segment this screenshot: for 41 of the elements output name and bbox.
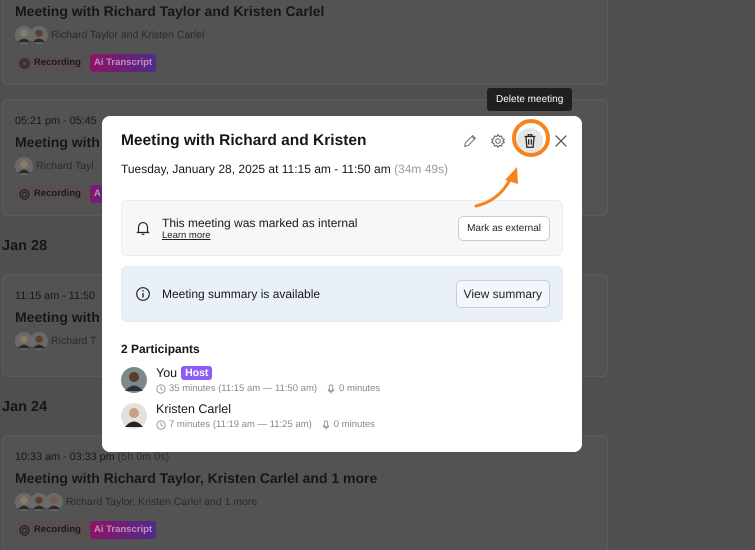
mark-external-button[interactable]: Mark as external — [458, 216, 550, 240]
microphone-icon — [320, 420, 331, 430]
tag: Ai Transcript — [90, 521, 156, 539]
participant-name: Kristen Carlel — [156, 402, 232, 416]
attendance-time: 35 minutes (11:15 am — 11:50 am) — [169, 383, 318, 394]
date-heading: Jan 24 — [2, 398, 48, 417]
meeting-title: Meeting with Richard Taylor and Kristen Carlel — [15, 2, 324, 21]
tag: Recording — [15, 54, 85, 72]
settings-icon — [489, 132, 507, 150]
record-icon — [19, 188, 30, 200]
view-summary-button[interactable]: View summary — [456, 280, 550, 308]
host-badge: Host — [181, 366, 212, 380]
notice-text: Meeting summary is available — [162, 287, 320, 301]
meeting-date: Tuesday, January 28, 2025 at 11:15 am - 11:50 am (34m 49s) — [121, 162, 450, 176]
speaking-time: 0 minutes — [339, 383, 380, 394]
participant-name: You — [156, 366, 178, 380]
pencil-icon — [461, 132, 479, 150]
tag: Ai Transcript — [90, 54, 156, 72]
notice-text: This meeting was marked as internal — [162, 216, 358, 230]
bell-icon — [134, 219, 152, 237]
clock-icon — [156, 420, 166, 430]
learn-more-link[interactable]: Learn more — [162, 230, 211, 240]
dialog-title: Meeting with Richard and Kristen — [121, 132, 366, 150]
microphone-icon — [326, 384, 336, 394]
record-icon — [19, 58, 30, 68]
meeting-title: Meeting with — [15, 133, 100, 152]
info-icon — [134, 285, 152, 303]
tag: Recording — [15, 185, 85, 203]
meeting-title: Meeting with — [15, 308, 100, 327]
meeting-title: Meeting with Richard Taylor, Kristen Carlel and 1 more — [15, 469, 378, 488]
meeting-time: 05:21 pm - 05:45 — [15, 114, 97, 129]
clock-icon — [156, 384, 166, 394]
tag: Recording — [15, 521, 85, 539]
record-icon — [19, 524, 30, 536]
speaking-time: 0 minutes — [334, 419, 375, 430]
tooltip: Delete meeting — [487, 88, 572, 111]
attendance-time: 7 minutes (11:19 am — 11:25 am) — [169, 419, 312, 430]
participants-heading: 2 Participants — [121, 342, 201, 356]
highlight-ring — [511, 118, 551, 158]
meeting-time: 11:15 am - 11:50 — [15, 289, 96, 304]
date-heading: Jan 28 — [2, 237, 48, 256]
